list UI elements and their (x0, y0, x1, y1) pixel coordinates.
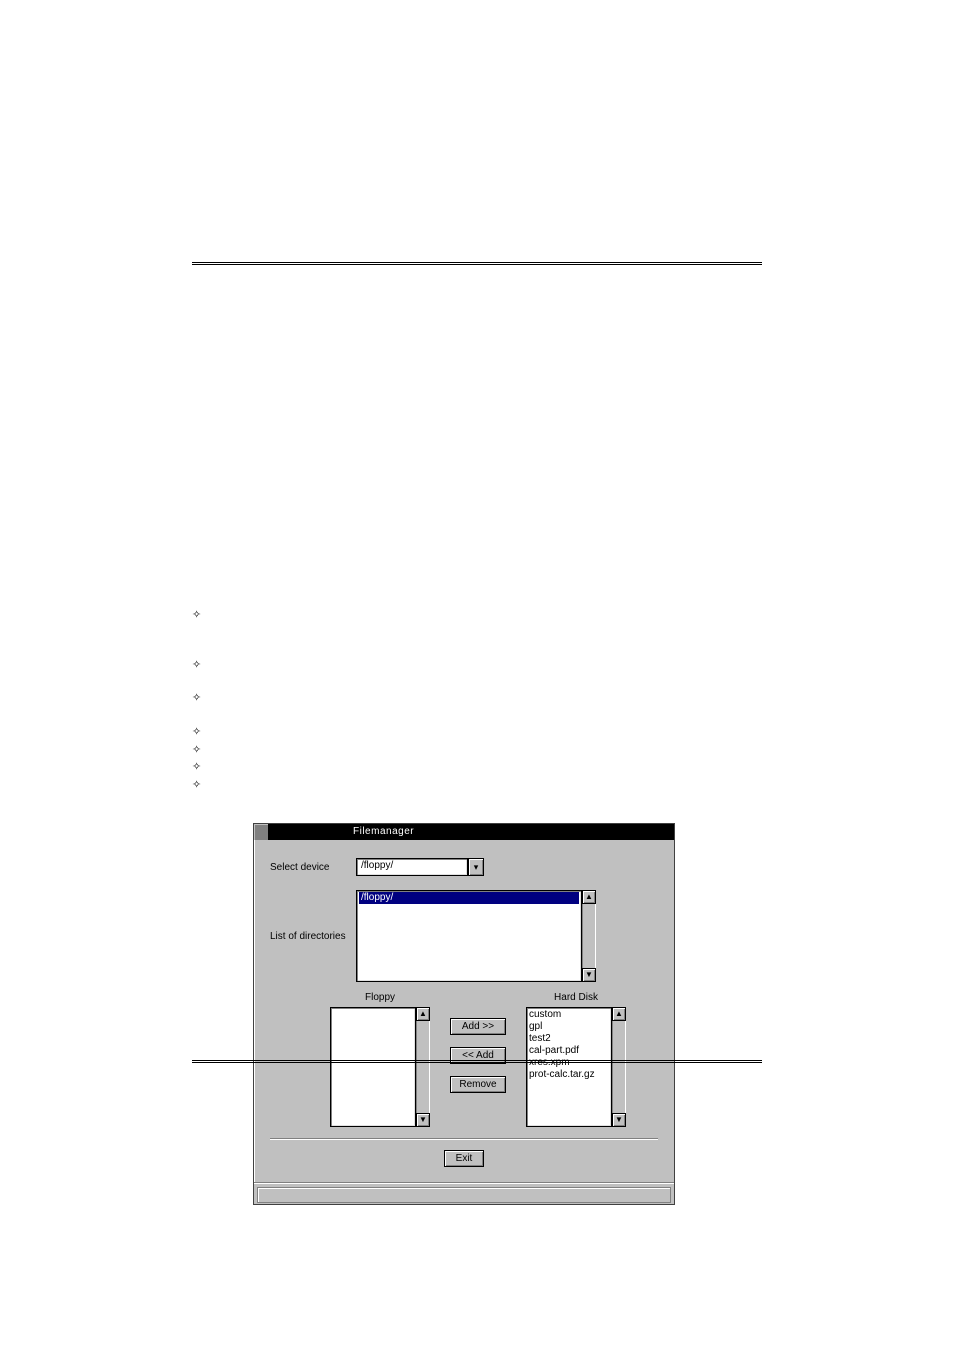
list-item[interactable]: cal-part.pdf (529, 1045, 609, 1057)
window-title: Filemanager (339, 824, 428, 840)
page-rule-bottom (192, 1060, 762, 1063)
titlebar-spacer (428, 824, 674, 840)
bullet-icon: ✧ (192, 610, 200, 622)
scroll-down-icon[interactable]: ▼ (612, 1113, 626, 1127)
scroll-track[interactable] (416, 1021, 430, 1113)
system-menu-icon[interactable] (254, 824, 269, 840)
chevron-down-icon[interactable]: ▾ (468, 858, 484, 876)
floppy-scrollbar[interactable]: ▲ ▼ (416, 1007, 430, 1127)
remove-button[interactable]: Remove (450, 1076, 506, 1093)
scroll-down-icon[interactable]: ▼ (416, 1113, 430, 1127)
floppy-listbox[interactable] (330, 1007, 416, 1127)
scroll-up-icon[interactable]: ▲ (582, 890, 596, 904)
bullet-icon: ✧ (192, 727, 200, 739)
titlebar[interactable]: Filemanager (254, 824, 674, 840)
scroll-down-icon[interactable]: ▼ (582, 968, 596, 982)
list-item[interactable]: test2 (529, 1033, 609, 1045)
device-combobox-value: /floppy/ (356, 858, 468, 876)
bullet-icon: ✧ (192, 780, 200, 792)
list-item[interactable]: custom (529, 1009, 609, 1021)
scroll-up-icon[interactable]: ▲ (416, 1007, 430, 1021)
status-bar (254, 1183, 674, 1204)
list-item[interactable]: gpl (529, 1021, 609, 1033)
exit-button[interactable]: Exit (444, 1150, 484, 1167)
titlebar-spacer (269, 824, 339, 840)
bullet-icon: ✧ (192, 660, 200, 672)
list-item[interactable]: prot-calc.tar.gz (529, 1069, 609, 1081)
device-combobox[interactable]: /floppy/ ▾ (356, 858, 484, 876)
scroll-up-icon[interactable]: ▲ (612, 1007, 626, 1021)
directories-listbox[interactable]: /floppy/ (356, 890, 582, 982)
bullet-list: ✧ ✧ ✧ ✧ ✧ ✧ ✧ (192, 608, 200, 801)
directories-label: List of directories (270, 931, 356, 942)
page-rule-top (192, 262, 762, 265)
scroll-track[interactable] (582, 904, 596, 968)
list-item[interactable]: xres.xpm (529, 1057, 609, 1069)
harddisk-heading: Hard Disk (554, 992, 598, 1003)
bullet-icon: ✧ (192, 745, 200, 757)
harddisk-listbox[interactable]: customgpltest2cal-part.pdfxres.xpmprot-c… (526, 1007, 612, 1127)
bullet-icon: ✧ (192, 762, 200, 774)
directory-item-selected[interactable]: /floppy/ (359, 892, 579, 904)
add-to-harddisk-button[interactable]: Add >> (450, 1018, 506, 1035)
floppy-heading: Floppy (365, 992, 395, 1003)
directories-scrollbar[interactable]: ▲ ▼ (582, 890, 596, 982)
filemanager-window: Filemanager Select device /floppy/ ▾ Lis… (253, 823, 675, 1205)
harddisk-scrollbar[interactable]: ▲ ▼ (612, 1007, 626, 1127)
bullet-icon: ✧ (192, 693, 200, 705)
scroll-track[interactable] (612, 1021, 626, 1113)
status-cell (257, 1187, 671, 1203)
select-device-label: Select device (270, 862, 356, 873)
